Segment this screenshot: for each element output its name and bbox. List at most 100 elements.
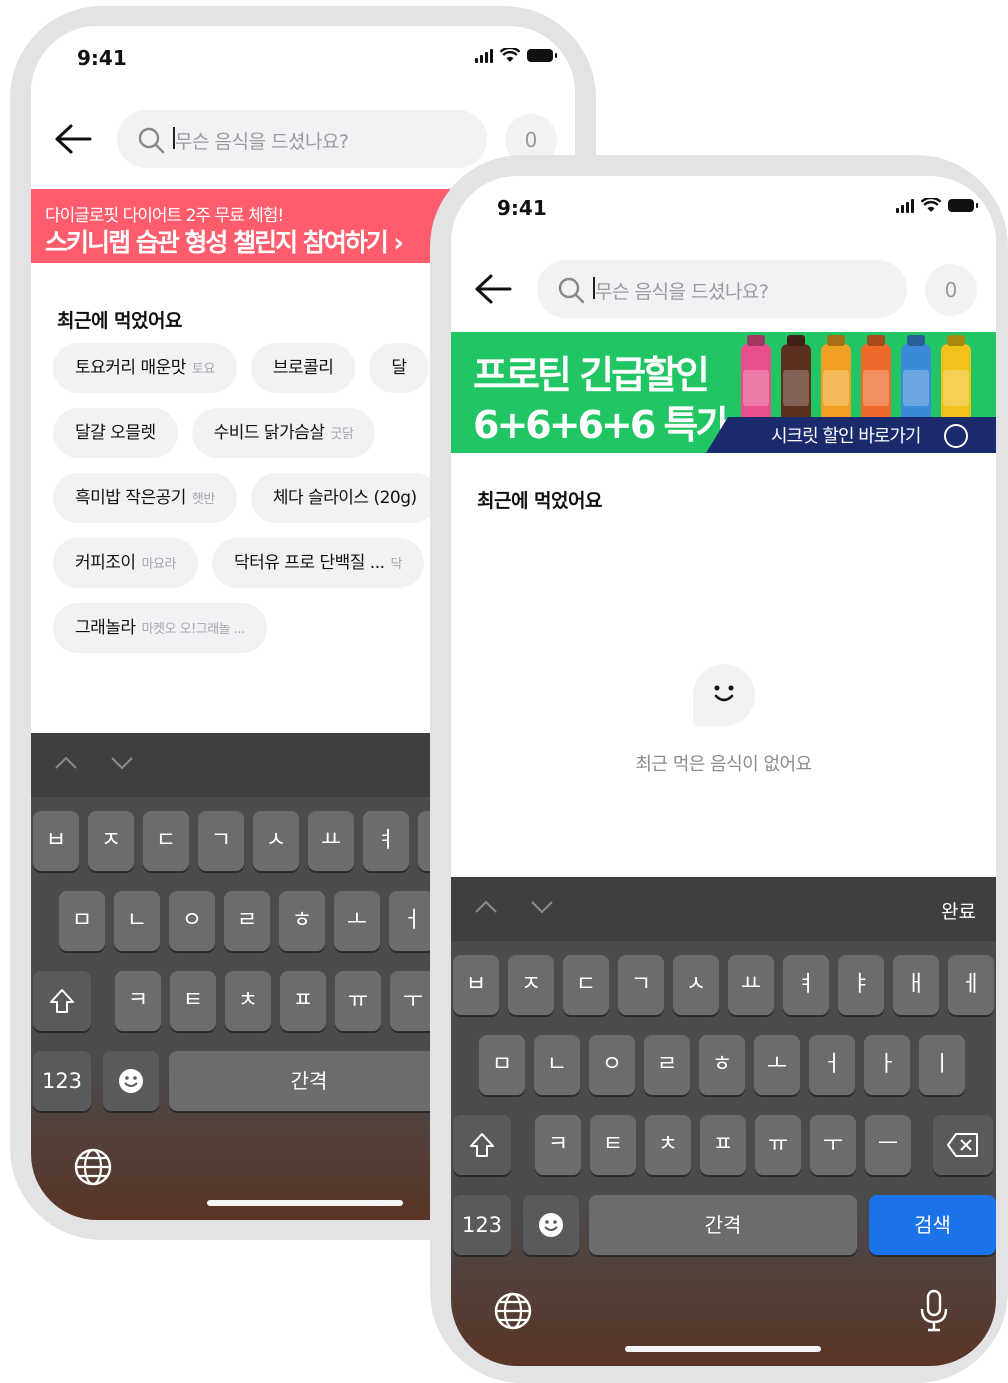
- food-chip[interactable]: 흑미밥 작은공기 햇반: [53, 473, 237, 523]
- banner-cta[interactable]: 시크릿 할인 바로가기: [706, 417, 996, 453]
- key[interactable]: ㅛ: [728, 955, 774, 1015]
- food-chip[interactable]: 커피조이 마요라: [53, 538, 198, 588]
- key[interactable]: ㅕ: [783, 955, 829, 1015]
- emoji-key[interactable]: [103, 1051, 159, 1111]
- key[interactable]: ㅁ: [479, 1035, 525, 1095]
- key[interactable]: ㄴ: [534, 1035, 580, 1095]
- food-chip[interactable]: 닥터유 프로 단백질 ... 닥: [211, 538, 424, 588]
- status-time: 9:41: [77, 46, 127, 70]
- shift-key[interactable]: [33, 971, 91, 1031]
- key[interactable]: ㅂ: [33, 811, 79, 871]
- key[interactable]: ㄴ: [114, 891, 160, 951]
- key[interactable]: ㅇ: [169, 891, 215, 951]
- food-chip[interactable]: 수비드 닭가슴살 굿닭: [191, 408, 376, 458]
- signal-icon: [896, 198, 914, 213]
- key[interactable]: ㅛ: [308, 811, 354, 871]
- numbers-key[interactable]: 123: [453, 1195, 511, 1255]
- chevron-up-icon[interactable]: [475, 901, 497, 913]
- key[interactable]: ㅗ: [754, 1035, 800, 1095]
- key[interactable]: ㅜ: [810, 1115, 856, 1175]
- food-chip[interactable]: 체다 슬라이스 (20g): [250, 473, 439, 523]
- key[interactable]: ㄷ: [563, 955, 609, 1015]
- key[interactable]: ㄹ: [644, 1035, 690, 1095]
- key[interactable]: ㅋ: [535, 1115, 581, 1175]
- chevron-right-circle-icon: [944, 424, 968, 448]
- key[interactable]: ㅠ: [335, 971, 381, 1031]
- food-chip[interactable]: 토요커리 매운맛 토요: [53, 343, 237, 393]
- cart-count-badge[interactable]: 0: [925, 264, 977, 316]
- globe-icon[interactable]: [493, 1291, 533, 1331]
- key[interactable]: ㅎ: [279, 891, 325, 951]
- wifi-icon: [921, 198, 941, 212]
- key[interactable]: ㅍ: [700, 1115, 746, 1175]
- backspace-key[interactable]: [933, 1115, 993, 1175]
- key[interactable]: ㄹ: [224, 891, 270, 951]
- key[interactable]: ㅅ: [673, 955, 719, 1015]
- search-input[interactable]: 무슨 음식을 드셨나요?: [117, 110, 487, 168]
- battery-icon: [948, 199, 978, 212]
- key[interactable]: ㅁ: [59, 891, 105, 951]
- back-arrow-icon[interactable]: [53, 122, 93, 156]
- globe-icon[interactable]: [73, 1147, 113, 1187]
- search-input[interactable]: 무슨 음식을 드셨나요?: [537, 260, 907, 318]
- backspace-icon: [947, 1133, 978, 1157]
- screen-2: 9:41 무슨 음식을 드셨나요? 0 프로틴 긴급할인 6+6+6+6 특가: [451, 176, 996, 1366]
- key[interactable]: ㅠ: [755, 1115, 801, 1175]
- recent-title: 최근에 먹었어요: [57, 310, 182, 332]
- key[interactable]: ㅌ: [590, 1115, 636, 1175]
- space-key[interactable]: 간격: [589, 1195, 857, 1255]
- chevron-up-icon[interactable]: [55, 757, 77, 769]
- done-button[interactable]: 완료: [941, 897, 976, 924]
- keyboard-toolbar: 완료: [451, 877, 996, 941]
- status-icons: [896, 198, 978, 213]
- protein-sale-banner[interactable]: 프로틴 긴급할인 6+6+6+6 특가 시크릿 할인 바로가기: [451, 332, 996, 453]
- key[interactable]: ㅈ: [508, 955, 554, 1015]
- key[interactable]: ㅐ: [893, 955, 939, 1015]
- key[interactable]: ㅑ: [838, 955, 884, 1015]
- key[interactable]: ㄷ: [143, 811, 189, 871]
- search-placeholder: 무슨 음식을 드셨나요?: [592, 277, 769, 304]
- key[interactable]: ㅈ: [88, 811, 134, 871]
- key[interactable]: ㅓ: [809, 1035, 855, 1095]
- smile-bubble-icon: [693, 664, 755, 726]
- back-arrow-icon[interactable]: [473, 272, 513, 306]
- numbers-key[interactable]: 123: [33, 1051, 91, 1111]
- key[interactable]: ㄱ: [618, 955, 664, 1015]
- search-key[interactable]: 검색: [869, 1195, 996, 1255]
- key[interactable]: ㅣ: [919, 1035, 965, 1095]
- emoji-icon: [539, 1213, 563, 1237]
- key[interactable]: ㅌ: [170, 971, 216, 1031]
- emoji-key[interactable]: [523, 1195, 579, 1255]
- status-time: 9:41: [497, 196, 547, 220]
- key[interactable]: ㅍ: [280, 971, 326, 1031]
- chevron-down-icon[interactable]: [111, 757, 133, 769]
- food-chip[interactable]: 브로콜리: [250, 343, 356, 393]
- key[interactable]: ㅊ: [225, 971, 271, 1031]
- key[interactable]: ㅏ: [864, 1035, 910, 1095]
- signal-icon: [475, 48, 493, 63]
- key[interactable]: ㅇ: [589, 1035, 635, 1095]
- food-chip[interactable]: 달걀 오믈렛: [53, 408, 178, 458]
- key[interactable]: ㅔ: [948, 955, 994, 1015]
- key[interactable]: ㅋ: [115, 971, 161, 1031]
- key[interactable]: ㅎ: [699, 1035, 745, 1095]
- key[interactable]: ㅊ: [645, 1115, 691, 1175]
- protein-bottle-image: [861, 344, 891, 420]
- key[interactable]: ㅡ: [865, 1115, 911, 1175]
- shift-icon: [50, 989, 74, 1013]
- keyboard: 완료 ㅂ ㅈ ㄷ ㄱ ㅅ ㅛ ㅕ ㅑ ㅐ ㅔ ㅁ ㄴ ㅇ ㄹ ㅎ ㅗ ㅓ ㅏ ㅣ…: [451, 877, 996, 1366]
- food-chip[interactable]: 달: [369, 343, 429, 393]
- space-key[interactable]: 간격: [169, 1051, 449, 1111]
- key[interactable]: ㅕ: [363, 811, 409, 871]
- key[interactable]: ㄱ: [198, 811, 244, 871]
- key[interactable]: ㅓ: [389, 891, 435, 951]
- key[interactable]: ㅅ: [253, 811, 299, 871]
- shift-key[interactable]: [453, 1115, 511, 1175]
- battery-icon: [527, 49, 557, 62]
- wifi-icon: [500, 48, 520, 62]
- key[interactable]: ㅗ: [334, 891, 380, 951]
- chevron-down-icon[interactable]: [531, 901, 553, 913]
- microphone-icon[interactable]: [919, 1289, 949, 1333]
- food-chip[interactable]: 그래놀라 마켓오 오!그래놀 ...: [53, 603, 267, 653]
- key[interactable]: ㅂ: [453, 955, 499, 1015]
